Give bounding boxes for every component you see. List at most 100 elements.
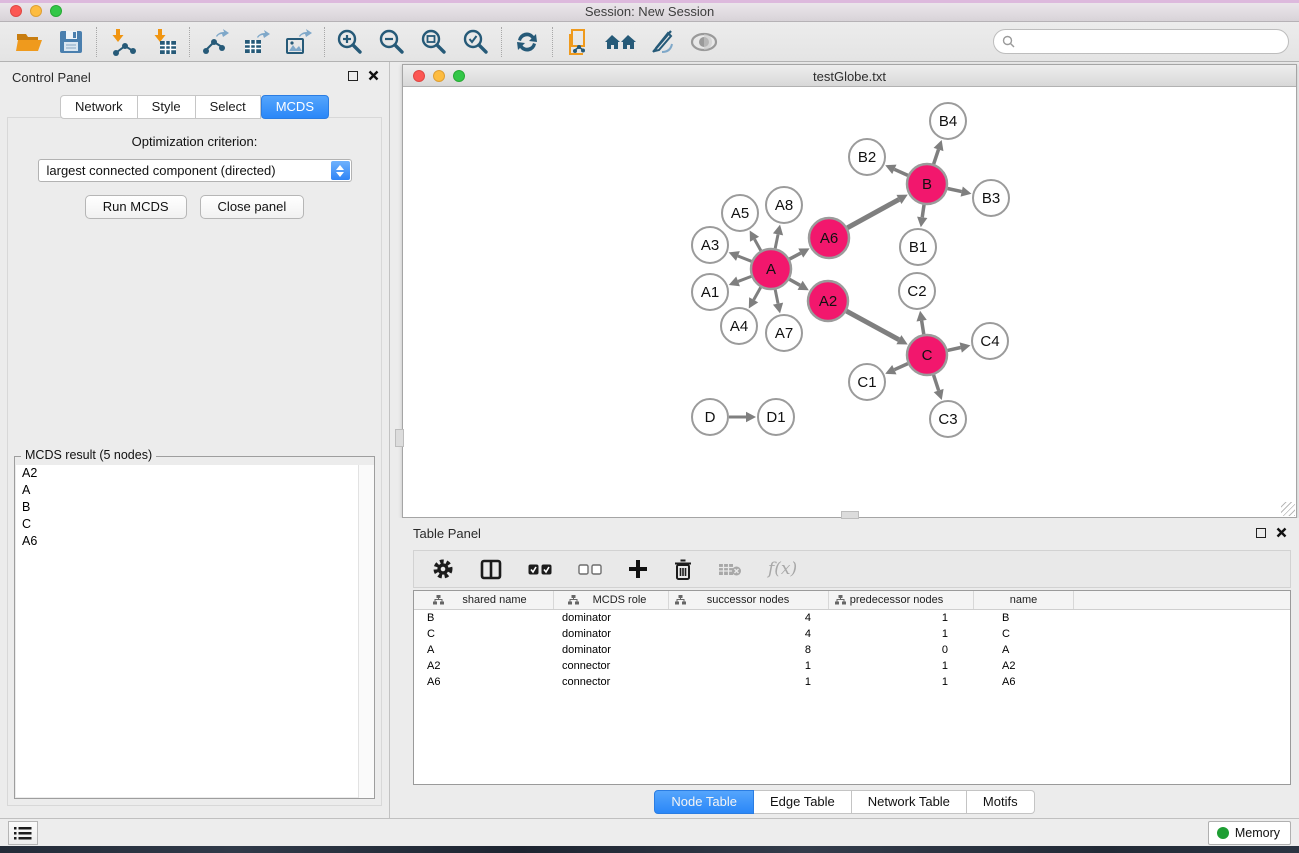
tab-network[interactable]: Network xyxy=(60,95,138,119)
table-cell[interactable]: A6 xyxy=(974,674,1074,690)
graph-node-A5[interactable]: A5 xyxy=(722,195,758,231)
tab-mcds[interactable]: MCDS xyxy=(261,95,329,119)
graph-edge-A-A2[interactable] xyxy=(789,279,800,285)
window-resize-grip[interactable] xyxy=(1281,502,1295,516)
float-panel-icon[interactable] xyxy=(348,71,358,81)
clone-network-button[interactable] xyxy=(557,25,599,59)
deselect-all-button[interactable] xyxy=(578,564,602,575)
network-canvas[interactable]: B4B2BB3A5A8A3A6B1AC2A1A4A7A2C4CC1C3DD1 xyxy=(403,87,1296,517)
zoom-in-button[interactable] xyxy=(329,25,371,59)
table-cell[interactable]: connector xyxy=(554,658,669,674)
column-header-mcds-role[interactable]: MCDS role xyxy=(554,591,669,609)
graph-node-B3[interactable]: B3 xyxy=(973,180,1009,216)
import-table-button[interactable] xyxy=(143,25,185,59)
graph-node-C1[interactable]: C1 xyxy=(849,364,885,400)
close-panel-button[interactable]: Close panel xyxy=(200,195,305,219)
graph-edge-A-A5[interactable] xyxy=(755,239,761,250)
table-cell[interactable]: C xyxy=(414,626,554,642)
graph-edge-C-C1[interactable] xyxy=(894,364,907,370)
table-cell[interactable]: 4 xyxy=(669,626,829,642)
table-cell[interactable]: 1 xyxy=(829,626,974,642)
graph-edge-A-A7[interactable] xyxy=(775,290,778,304)
zoom-fit-button[interactable] xyxy=(413,25,455,59)
table-cell[interactable]: A2 xyxy=(414,658,554,674)
export-table-button[interactable] xyxy=(236,25,278,59)
close-table-panel-icon[interactable] xyxy=(1276,527,1287,538)
column-header-successor-nodes[interactable]: successor nodes xyxy=(669,591,829,609)
graph-node-B1[interactable]: B1 xyxy=(900,229,936,265)
table-row[interactable]: Cdominator41C xyxy=(414,626,1290,642)
graph-edge-B-B4[interactable] xyxy=(934,149,939,164)
zoom-out-button[interactable] xyxy=(371,25,413,59)
show-columns-button[interactable] xyxy=(480,559,502,580)
graph-edge-C-C3[interactable] xyxy=(934,375,939,391)
float-table-panel-icon[interactable] xyxy=(1256,528,1266,538)
table-cell[interactable]: connector xyxy=(554,674,669,690)
graph-edge-A-A1[interactable] xyxy=(738,276,751,281)
graph-node-A2[interactable]: A2 xyxy=(808,281,848,321)
graph-edge-B-B2[interactable] xyxy=(894,169,907,175)
graph-node-A3[interactable]: A3 xyxy=(692,227,728,263)
list-item[interactable]: A6 xyxy=(16,533,373,550)
export-image-button[interactable] xyxy=(278,25,320,59)
list-item[interactable]: A2 xyxy=(16,465,373,482)
table-row[interactable]: A6connector11A6 xyxy=(414,674,1290,690)
graph-edge-B-B1[interactable] xyxy=(922,205,924,218)
run-mcds-button[interactable]: Run MCDS xyxy=(85,195,187,219)
graph-node-D[interactable]: D xyxy=(692,399,728,435)
tab-edge-table[interactable]: Edge Table xyxy=(754,790,852,814)
import-network-button[interactable] xyxy=(101,25,143,59)
graph-node-B4[interactable]: B4 xyxy=(930,103,966,139)
graph-node-C[interactable]: C xyxy=(907,335,947,375)
open-session-button[interactable] xyxy=(8,25,50,59)
table-cell[interactable]: B xyxy=(414,610,554,626)
table-cell[interactable]: dominator xyxy=(554,626,669,642)
table-row[interactable]: Bdominator41B xyxy=(414,610,1290,626)
table-cell[interactable]: A6 xyxy=(414,674,554,690)
list-item[interactable]: C xyxy=(16,516,373,533)
table-cell[interactable]: dominator xyxy=(554,610,669,626)
graph-edge-A6-B[interactable] xyxy=(847,199,899,227)
list-item[interactable]: B xyxy=(16,499,373,516)
table-cell[interactable]: 4 xyxy=(669,610,829,626)
graph-edge-A-A6[interactable] xyxy=(790,253,801,259)
mcds-result-list[interactable]: A2ABCA6 xyxy=(16,465,373,797)
graph-edge-A-A4[interactable] xyxy=(754,287,761,300)
close-panel-icon[interactable] xyxy=(368,70,379,81)
graph-node-A6[interactable]: A6 xyxy=(809,218,849,258)
graph-edge-A2-C[interactable] xyxy=(846,311,898,340)
table-cell[interactable]: 1 xyxy=(829,674,974,690)
memory-button[interactable]: Memory xyxy=(1208,821,1291,845)
table-cell[interactable]: A xyxy=(974,642,1074,658)
hide-annotations-button[interactable] xyxy=(641,25,683,59)
graph-node-A[interactable]: A xyxy=(751,249,791,289)
graph-node-C4[interactable]: C4 xyxy=(972,323,1008,359)
column-header-predecessor-nodes[interactable]: predecessor nodes xyxy=(829,591,974,609)
network-window-titlebar[interactable]: testGlobe.txt xyxy=(403,65,1296,87)
delete-table-button[interactable] xyxy=(718,562,742,577)
graph-edge-A-A8[interactable] xyxy=(775,234,778,248)
graph-edge-C-C2[interactable] xyxy=(922,321,924,335)
show-task-history-button[interactable] xyxy=(8,821,38,845)
tab-select[interactable]: Select xyxy=(196,95,261,119)
graph-node-A4[interactable]: A4 xyxy=(721,308,757,344)
delete-column-button[interactable] xyxy=(674,559,692,580)
table-cell[interactable]: 8 xyxy=(669,642,829,658)
table-cell[interactable]: B xyxy=(974,610,1074,626)
add-column-button[interactable] xyxy=(628,559,648,579)
column-header-shared-name[interactable]: shared name xyxy=(414,591,554,609)
criterion-dropdown[interactable]: largest connected component (directed) xyxy=(38,159,352,182)
save-session-button[interactable] xyxy=(50,25,92,59)
graph-node-B[interactable]: B xyxy=(907,164,947,204)
refresh-button[interactable] xyxy=(506,25,548,59)
graph-node-B2[interactable]: B2 xyxy=(849,139,885,175)
graph-edge-C-C4[interactable] xyxy=(947,348,960,351)
table-cell[interactable]: A2 xyxy=(974,658,1074,674)
graph-edge-A-A3[interactable] xyxy=(738,256,752,261)
list-item[interactable]: A xyxy=(16,482,373,499)
table-cell[interactable]: 1 xyxy=(669,658,829,674)
result-list-scrollbar[interactable] xyxy=(358,465,374,798)
graph-node-D1[interactable]: D1 xyxy=(758,399,794,435)
search-input[interactable] xyxy=(1015,35,1288,49)
tab-node-table[interactable]: Node Table xyxy=(654,790,754,814)
